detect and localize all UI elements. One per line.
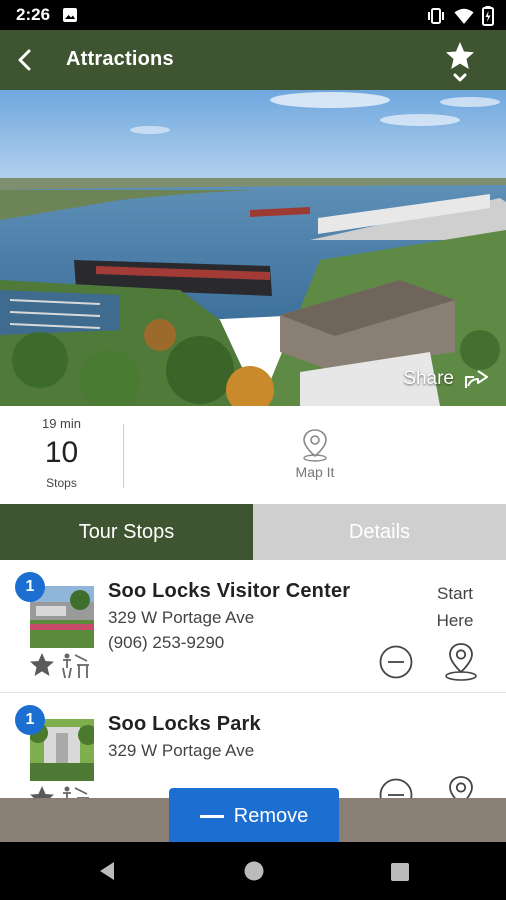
stop-count: 10 [44, 436, 79, 469]
map-it-label: Map It [295, 464, 335, 480]
map-pin-icon[interactable] [443, 642, 479, 682]
vibrate-icon [428, 8, 444, 24]
amenities-icon [62, 653, 89, 679]
stats-divider [123, 424, 124, 488]
tab-details[interactable]: Details [253, 504, 506, 560]
back-arrow-icon[interactable] [10, 44, 42, 76]
nav-back-icon[interactable] [96, 860, 118, 882]
stop-address: 329 W Portage Ave [108, 608, 255, 627]
stop-count-label: Stops [46, 476, 77, 490]
system-nav-bar [0, 842, 506, 900]
remove-button-label: Remove [233, 804, 309, 827]
hero-photo: Share [0, 90, 506, 406]
start-here-label: Start Here [430, 580, 480, 634]
nav-home-icon[interactable] [243, 860, 265, 882]
map-it-button[interactable]: Map It [270, 428, 360, 480]
harbor-aerial-photo [0, 90, 506, 406]
favorite-star-icon[interactable] [28, 652, 56, 678]
share-arrow-icon [465, 370, 488, 388]
stop-number-badge: 1 [15, 705, 45, 735]
tour-stats: 19 min 10 Stops Map It [0, 406, 506, 504]
tour-stop-list: 1 Soo Locks Visitor Center 329 W Portage… [0, 560, 506, 800]
tour-duration: 19 min [41, 416, 82, 431]
stop-phone[interactable]: (906) 253-9290 [108, 633, 224, 653]
image-notification-icon [63, 8, 77, 22]
stop-address: 329 W Portage Ave [108, 741, 255, 760]
share-button[interactable]: Share [403, 368, 490, 390]
tab-tour-stops[interactable]: Tour Stops [0, 504, 253, 560]
start-label-line1: Start [437, 584, 473, 603]
wifi-icon [454, 8, 474, 24]
share-label: Share [403, 368, 454, 389]
tab-bar: Tour Stops Details [0, 504, 506, 560]
stop-number-badge: 1 [15, 572, 45, 602]
status-time: 2:26 [16, 5, 51, 24]
remove-stop-icon[interactable] [378, 777, 414, 800]
status-bar: 2:26 [0, 0, 506, 30]
battery-icon [482, 6, 494, 26]
remove-stop-icon[interactable] [378, 644, 414, 680]
map-pin-icon[interactable] [443, 775, 479, 800]
remove-button[interactable]: Remove [169, 788, 339, 844]
status-icons [426, 6, 494, 26]
page-title: Attractions [66, 48, 174, 70]
stop-name: Soo Locks Park [108, 713, 261, 735]
nav-recents-icon[interactable] [390, 862, 410, 882]
start-label-line2: Here [436, 611, 474, 630]
tour-stop-item[interactable]: 1 Soo Locks Visitor Center 329 W Portage… [0, 560, 506, 688]
map-pin-icon [303, 429, 327, 462]
app-bar: Attractions [0, 30, 506, 90]
favorite-star-icon[interactable] [442, 40, 478, 84]
minus-icon [199, 814, 224, 818]
tour-stop-item[interactable]: 1 Soo Locks Park 329 W Portage Ave [0, 692, 506, 800]
stop-name: Soo Locks Visitor Center [108, 580, 351, 602]
